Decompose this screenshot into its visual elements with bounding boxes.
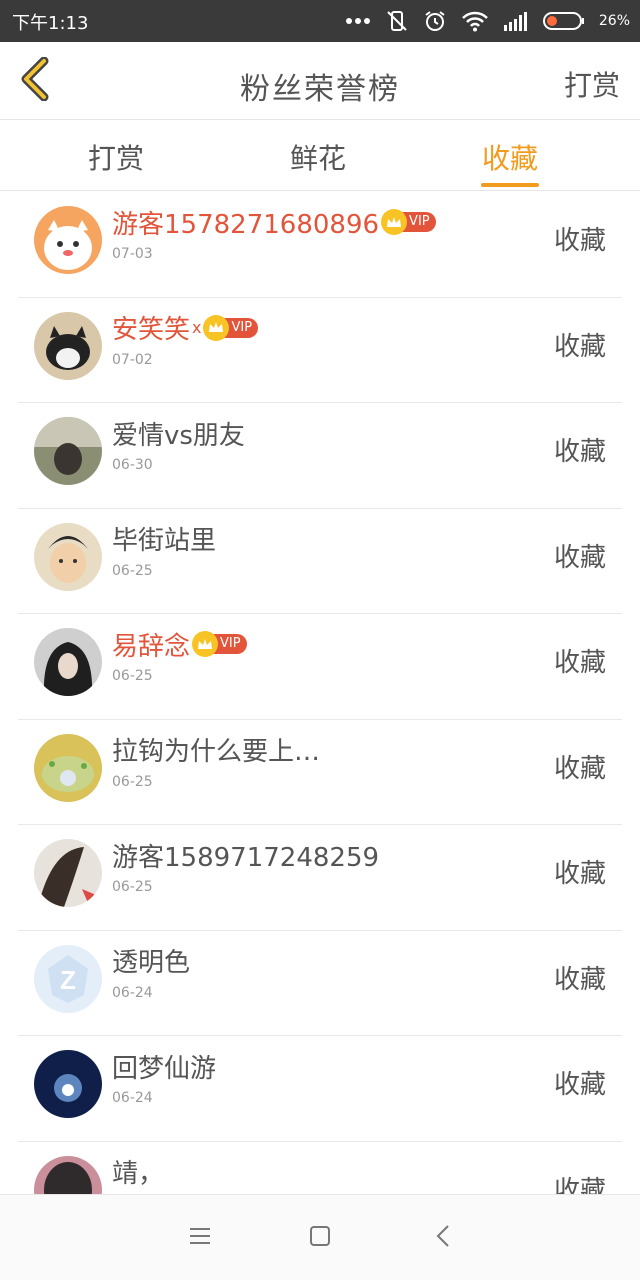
vibrate-off-icon [385,9,409,33]
user-name: 透明色 [112,948,191,978]
battery-icon [542,11,585,31]
action-label: 收藏 [553,331,606,362]
tab-reward[interactable]: 打赏 [56,137,176,191]
tab-label: 鲜花 [289,142,346,175]
action-label: 收藏 [553,859,606,889]
date: 06-25 [112,668,153,684]
more-dots-icon [345,17,371,25]
chevron-left-icon [435,1224,451,1252]
avatar[interactable] [34,311,102,380]
avatar[interactable] [34,1050,102,1118]
tab-bar: 打赏 鲜花 收藏 [0,121,640,191]
list-item[interactable]: 靖， 收藏 [18,1142,622,1195]
list-item[interactable]: 毕街站里 06-25 收藏 [18,509,622,614]
svg-text:Z: Z [60,965,76,995]
home-square-icon [309,1225,331,1251]
home-button[interactable] [305,1223,335,1253]
alarm-icon [423,9,447,33]
vip-badge: VIP [381,209,436,235]
user-name: 拉钩为什么要上… [112,737,321,767]
avatar[interactable]: Z [34,944,102,1013]
action-label: 收藏 [553,1070,606,1100]
list-item[interactable]: 爱情vs朋友 06-30 收藏 [18,403,622,509]
reward-button[interactable]: 打赏 [564,64,620,104]
tab-favorites[interactable]: 收藏 [450,137,570,191]
tab-active-indicator [481,183,539,187]
avatar[interactable] [34,1155,102,1194]
date: 06-25 [112,562,153,579]
header: 粉丝荣誉榜 打赏 [0,42,640,120]
date: 06-25 [112,773,153,790]
user-name: 易辞念 [112,631,191,662]
action-label: 收藏 [553,1175,606,1195]
date: 07-02 [112,351,153,368]
list-item[interactable]: 拉钩为什么要上… 06-25 收藏 [18,720,622,825]
status-bar: 下午1:13 26% [0,0,640,42]
wifi-icon [461,10,489,32]
date: 06-25 [112,879,153,895]
user-name: 靖， [112,1159,165,1189]
tab-label: 收藏 [481,142,538,175]
avatar[interactable] [34,417,102,485]
date: 06-24 [112,984,153,1001]
user-name: 安笑笑 [112,315,191,345]
date: 07-03 [112,246,153,262]
date: 06-24 [112,1090,153,1106]
status-icons: 26% [345,8,630,34]
date: 06-30 [112,457,153,473]
action-label: 收藏 [553,964,606,995]
action-label: 收藏 [553,542,606,573]
vip-badge: VIP [192,631,247,657]
back-nav-button[interactable] [428,1223,458,1253]
user-name: 毕街站里 [112,526,217,556]
list-item[interactable]: 游客1578271680896 VIP 07-03 收藏 [18,192,622,298]
list-item[interactable]: 回梦仙游 06-24 收藏 [18,1036,622,1142]
menu-icon [189,1226,211,1250]
tab-label: 打赏 [87,142,144,175]
list-item[interactable]: 安笑笑 x VIP 07-02 收藏 [18,298,622,403]
avatar[interactable] [34,733,102,802]
user-name-suffix: x [192,318,202,337]
list-item[interactable]: 游客1589717248259 06-25 收藏 [18,825,622,931]
signal-icon [503,11,529,31]
avatar[interactable] [34,839,102,907]
crown-icon [197,635,213,654]
avatar[interactable] [34,522,102,591]
user-name: 游客1578271680896 [112,209,380,240]
user-name: 游客1589717248259 [112,842,380,873]
user-name: 回梦仙游 [112,1053,217,1084]
action-label: 收藏 [553,753,606,784]
tab-flowers[interactable]: 鲜花 [258,137,378,191]
vip-badge: VIP [203,314,259,341]
action-label: 收藏 [553,226,606,256]
list-item[interactable]: 易辞念 VIP 06-25 收藏 [18,614,622,720]
system-nav-bar [0,1194,640,1280]
crown-icon [386,213,402,232]
crown-icon [208,318,224,337]
list-item[interactable]: Z 透明色 06-24 收藏 [18,931,622,1036]
menu-button[interactable] [185,1223,215,1253]
action-label: 收藏 [553,648,606,678]
action-label: 收藏 [553,437,606,467]
status-time: 下午1:13 [12,13,89,34]
page-title: 粉丝荣誉榜 [240,72,400,107]
avatar[interactable] [34,628,102,696]
battery-percent: 26% [598,13,630,29]
avatar[interactable] [34,206,102,274]
user-name: 爱情vs朋友 [112,420,245,451]
fan-list: 游客1578271680896 VIP 07-03 收藏 安笑笑 x VIP 0… [0,192,640,1194]
